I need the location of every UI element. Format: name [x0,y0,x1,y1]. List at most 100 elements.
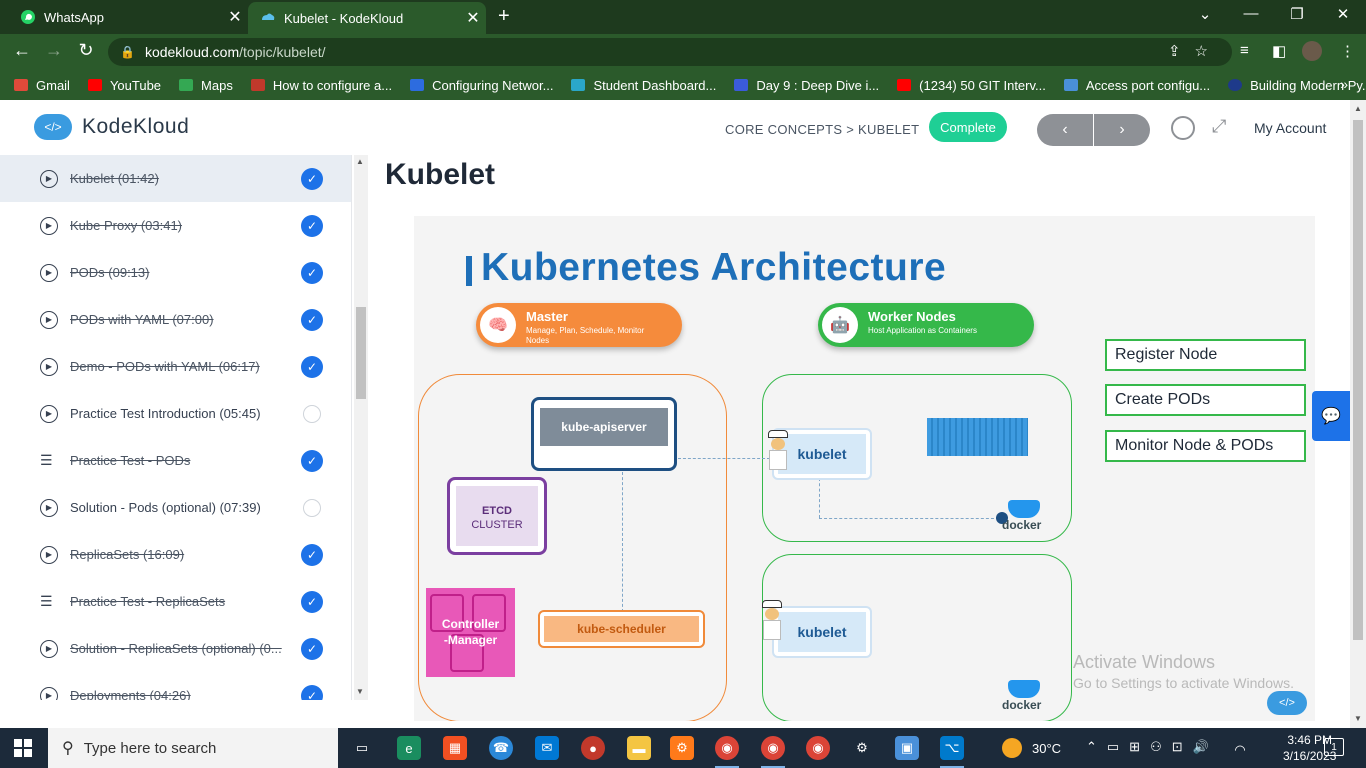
media-icon[interactable]: ≡ [1240,42,1249,59]
app-icon[interactable]: ● [581,736,605,760]
close-tab-icon[interactable]: ✕ [460,8,486,28]
sidebar-lesson-item[interactable]: ▶ Practice Test Introduction (05:45) [0,390,351,437]
fullscreen-icon[interactable]: ⤢ [1212,116,1226,137]
completed-check-icon[interactable]: ✓ [301,355,323,378]
taskbar-search[interactable]: ⚲ Type here to search [48,728,338,768]
completed-check-icon[interactable]: ✓ [301,684,323,700]
tab-whatsapp[interactable]: WhatsApp ✕ [8,0,248,34]
sidebar-lesson-item[interactable]: ▶ Solution - Pods (optional) (07:39) [0,484,351,531]
docker-icon: docker [1002,680,1048,714]
my-account-link[interactable]: My Account [1254,120,1326,136]
sidebar-lesson-item[interactable]: ▶ Demo - PODs with YAML (06:17) ✓ [0,343,351,390]
scroll-down-icon[interactable]: ▼ [356,687,364,696]
sidebar-lesson-item[interactable]: ▶ PODs (09:13) ✓ [0,249,351,296]
incomplete-circle-icon[interactable] [303,404,321,423]
sidebar-lesson-item[interactable]: ▶ Solution - ReplicaSets (optional) (0...… [0,625,351,672]
settings-icon[interactable]: ⚙ [850,736,874,760]
tab-kubelet[interactable]: Kubelet - KodeKloud ✕ [248,2,486,34]
logo[interactable]: </> KodeKloud [34,114,189,140]
sidebar-lesson-item[interactable]: ☰ Practice Test - PODs ✓ [0,437,351,484]
bookmark-gmail[interactable]: Gmail [14,78,70,93]
previous-lesson-button[interactable]: ‹ [1037,114,1093,146]
scroll-up-icon[interactable]: ▲ [1354,104,1362,113]
chrome-icon[interactable]: ◉ [715,736,739,768]
bookmark-maps[interactable]: Maps [179,78,233,93]
bookmark-item[interactable]: Configuring Networ... [410,78,553,93]
completed-check-icon[interactable]: ✓ [301,637,323,660]
app-icon[interactable]: ▣ [895,736,919,760]
restore-icon[interactable]: ❐ [1282,5,1312,23]
bookmark-item[interactable]: How to configure a... [250,78,392,93]
store-icon[interactable]: ▦ [443,736,467,760]
scroll-down-icon[interactable]: ▼ [1354,714,1362,723]
next-lesson-button[interactable]: › [1094,114,1150,146]
url-field[interactable]: 🔒 kodekloud.com/topic/kubelet/ ⇪☆ [108,38,1232,66]
notification-icon[interactable]: 1 [1324,738,1344,756]
scroll-thumb[interactable] [356,307,366,399]
share-icon[interactable]: ⇪☆ [1168,42,1222,60]
lesson-sidebar: ▶ Kubelet (01:42) ✓ ▶ Kube Proxy (03:41) ✓ ▶ PO… [0,155,352,700]
vscode-icon[interactable]: ⌥ [940,736,964,768]
sidebar-scrollbar[interactable]: ▲ ▼ [354,155,368,700]
dark-mode-icon[interactable] [1171,116,1195,140]
forward-icon[interactable]: → [42,40,66,61]
controller-manager-label: Controller -Manager [426,616,515,648]
reload-icon[interactable]: ↻ [74,40,98,61]
windows-start-icon[interactable] [14,739,32,757]
completed-check-icon[interactable]: ✓ [301,543,323,566]
scroll-up-icon[interactable]: ▲ [356,157,364,166]
breadcrumb[interactable]: CORE CONCEPTS > KUBELET [725,122,919,137]
chrome-icon[interactable]: ◉ [761,736,785,768]
chat-button[interactable]: 💬 [1312,391,1350,441]
weather-widget[interactable]: 30°C [1002,738,1061,758]
avatar[interactable] [1302,41,1322,61]
sidebar-lesson-item[interactable]: ▶ ReplicaSets (16:09) ✓ [0,531,351,578]
bookmark-item[interactable]: Student Dashboard... [571,78,716,93]
completed-check-icon[interactable]: ✓ [301,214,323,237]
chrome-profile-icon[interactable]: ◉ [806,736,830,760]
menu-icon[interactable]: ⋮ [1340,42,1355,60]
back-icon[interactable]: ← [10,40,34,61]
completed-check-icon[interactable]: ✓ [301,308,323,331]
sidebar-lesson-item[interactable]: ▶ Kubelet (01:42) ✓ [0,155,351,202]
close-window-icon[interactable]: ✕ [1328,5,1358,23]
wifi-icon[interactable]: ◠ [1228,738,1252,762]
phone-link-icon[interactable]: ☎ [489,736,513,760]
completed-check-icon[interactable]: ✓ [301,261,323,284]
mail-icon[interactable]: ✉ [535,736,559,760]
sidebar-lesson-item[interactable]: ▶ Kube Proxy (03:41) ✓ [0,202,351,249]
windows-taskbar: ⚲ Type here to search ▭ e ▦ ☎ ✉ ● ▬ ⚙ ◉ … [0,728,1366,768]
kubelet-box: kubelet [772,606,872,658]
more-bookmarks-icon[interactable]: » [1340,76,1348,92]
close-tab-icon[interactable]: ✕ [222,7,248,27]
bookmark-item[interactable]: Access port configu... [1063,78,1210,93]
system-tray-icons[interactable]: ⌃▭⊞⚇⊡🔊 [1086,739,1219,755]
scroll-thumb[interactable] [1353,120,1363,640]
app-icon[interactable]: ⚙ [670,736,694,760]
url-path: /topic/kubelet/ [239,44,326,60]
side-panel-icon[interactable]: ◧ [1272,42,1286,60]
tab-search-icon[interactable]: ⌄ [1190,5,1220,23]
captain-icon [760,600,784,642]
minimize-icon[interactable]: — [1236,5,1266,22]
page-scrollbar[interactable]: ▲ ▼ [1350,100,1366,728]
bookmark-item[interactable]: Day 9 : Deep Dive i... [734,78,879,93]
lesson-slide[interactable]: Kubernetes Architecture 🧠 Master Manage,… [414,216,1315,721]
task-view-icon[interactable]: ▭ [350,736,374,760]
lesson-title: Solution - ReplicaSets (optional) (0... [70,641,282,656]
sidebar-lesson-item[interactable]: ▶ PODs with YAML (07:00) ✓ [0,296,351,343]
bookmark-item[interactable]: (1234) 50 GIT Interv... [897,78,1046,93]
bookmark-youtube[interactable]: YouTube [87,78,161,93]
incomplete-circle-icon[interactable] [303,498,321,517]
edge-icon[interactable]: e [397,736,421,760]
complete-button[interactable]: Complete [929,112,1007,142]
sidebar-lesson-item[interactable]: ☰ Practice Test - ReplicaSets ✓ [0,578,351,625]
completed-check-icon[interactable]: ✓ [301,449,323,472]
lesson-title: Practice Test - ReplicaSets [70,594,226,609]
role-register-node: Register Node [1105,339,1306,371]
new-tab-icon[interactable]: + [498,5,510,28]
sidebar-lesson-item[interactable]: ▶ Deployments (04:26) ✓ [0,672,351,700]
file-explorer-icon[interactable]: ▬ [627,736,651,760]
completed-check-icon[interactable]: ✓ [301,167,323,190]
completed-check-icon[interactable]: ✓ [301,590,323,613]
